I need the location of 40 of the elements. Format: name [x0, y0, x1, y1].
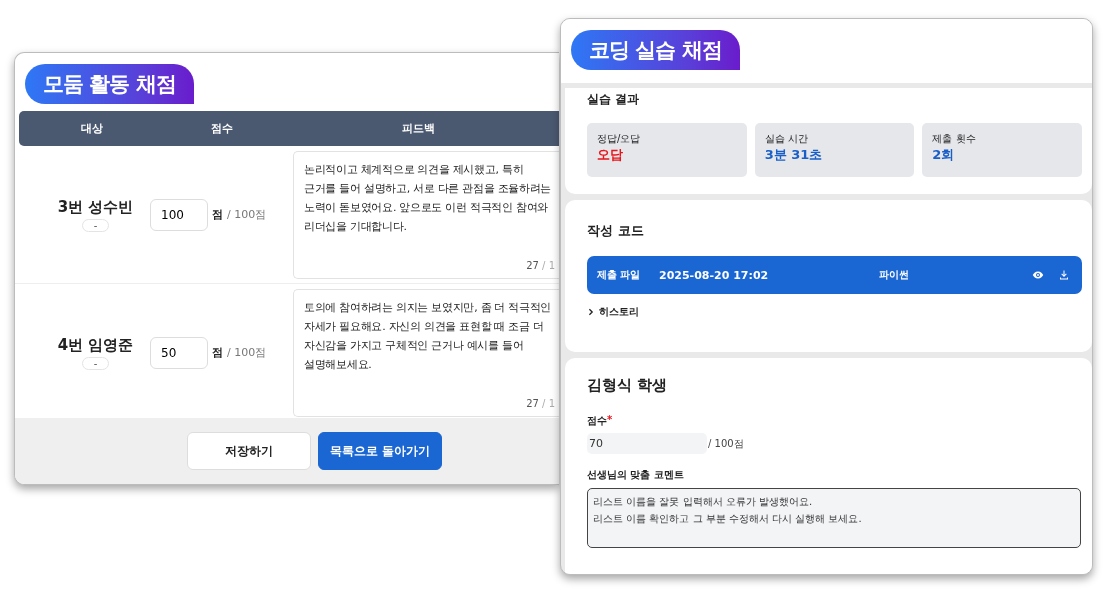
window-title: 코딩 실습 채점: [571, 30, 740, 70]
file-date: 2025-08-20 17:02: [659, 268, 770, 282]
score-field[interactable]: 100: [150, 198, 209, 231]
student-name: 4번 임영준: [57, 335, 134, 355]
stat-label: 실습 시간: [764, 132, 809, 146]
max-score: / 100점: [227, 207, 267, 222]
file-language: 파이썬: [879, 268, 910, 282]
chevron-icon: [587, 308, 595, 316]
score-unit: 점: [212, 345, 224, 360]
score-field[interactable]: 50: [150, 336, 209, 369]
score-field[interactable]: 70: [587, 433, 707, 454]
save-button[interactable]: 저장하기: [187, 432, 311, 470]
stat-value: 3분 31초: [764, 146, 824, 164]
stat-label: 제출 횟수: [932, 132, 977, 146]
comment-field[interactable]: 리스트 이름을 잘못 입력해서 오류가 발생했어요. 리스트 이름 확인하고 그 부분 수정해서 다시 실행해 보세요.: [587, 488, 1081, 548]
file-label: 제출 파일: [597, 268, 642, 282]
stat-value: 오답: [597, 146, 624, 164]
student-name: 3번 성수빈: [57, 197, 134, 217]
column-header: 피드백: [400, 121, 436, 136]
back-to-list-button[interactable]: 목록으로 돌아가기: [318, 432, 442, 470]
required-mark: *: [607, 414, 613, 425]
window-title: 모둠 활동 채점: [25, 64, 194, 104]
student-name: 김형식 학생: [587, 376, 669, 395]
field-label: 선생님의 맞춤 코멘트: [587, 468, 684, 482]
section-heading: 실습 결과: [587, 91, 641, 108]
eye-icon[interactable]: [1032, 269, 1044, 281]
file-bar[interactable]: 제출 파일 2025-08-20 17:02 파이썬: [587, 256, 1082, 294]
section-heading: 작성 코드: [587, 222, 645, 240]
field-label: 점수: [587, 414, 607, 428]
max-score: / 100점: [227, 345, 267, 360]
column-header: 대상: [80, 121, 105, 136]
stat-value: 2회: [932, 146, 956, 164]
char-count: 27 / 1: [526, 397, 555, 409]
stat-label: 정답/오답: [597, 132, 642, 146]
char-count: 27 / 1: [526, 259, 555, 271]
max-score: / 100점: [708, 436, 744, 451]
score-unit: 점: [212, 207, 224, 222]
history-toggle[interactable]: 히스토리: [587, 305, 639, 319]
download-icon[interactable]: [1058, 269, 1070, 281]
column-header: 점수: [209, 121, 234, 136]
